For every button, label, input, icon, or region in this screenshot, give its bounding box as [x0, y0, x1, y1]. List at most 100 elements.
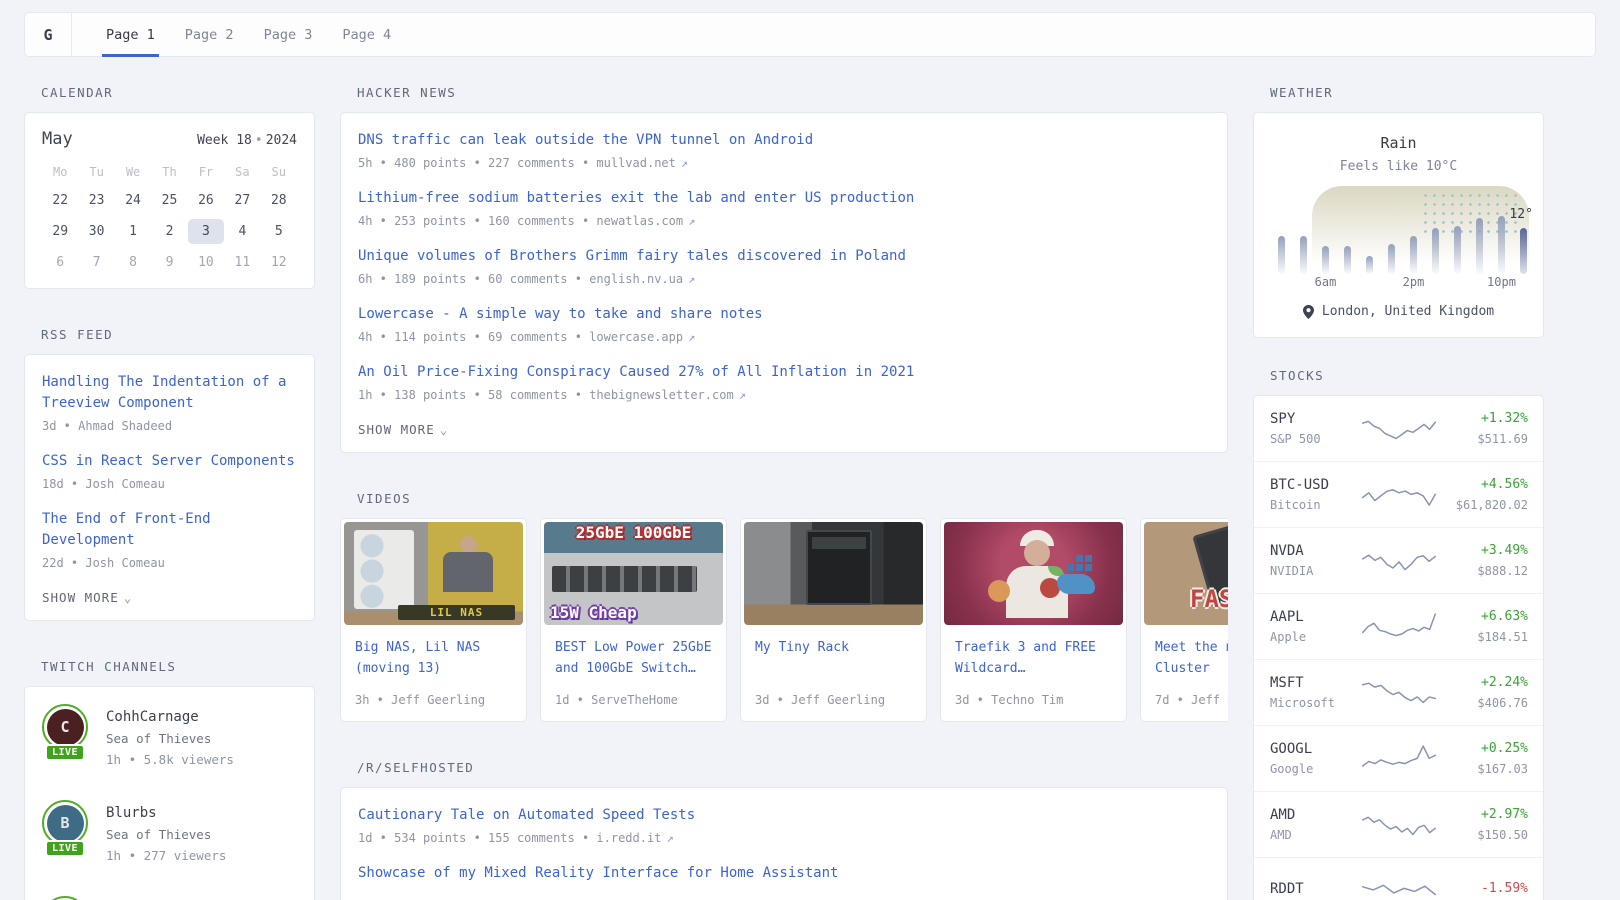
twitch-section-title: TWITCH CHANNELS — [41, 659, 315, 674]
video-title-link[interactable]: My Tiny Rack — [755, 637, 912, 658]
tab-page-1[interactable]: Page 1 — [92, 13, 169, 56]
rss-article-link[interactable]: Handling The Indentation of a Treeview C… — [42, 372, 297, 414]
twitch-channel-row[interactable]: P ThePrimeagen — [42, 896, 297, 900]
weather-widget: WEATHER Rain Feels like 10°C 12°6am2pm10… — [1253, 85, 1544, 338]
external-link-icon[interactable]: ↗ — [688, 330, 695, 344]
stock-id: BTC-USD Bitcoin — [1270, 474, 1362, 515]
external-link-icon[interactable]: ↗ — [739, 388, 746, 402]
article-link[interactable]: Lowercase - A simple way to take and sha… — [358, 304, 1210, 325]
stock-row[interactable]: SPY S&P 500 +1.32% $511.69 — [1254, 396, 1543, 461]
video-carousel: LIL NAS Big NAS, Lil NAS (moving 13) 3h … — [340, 518, 1228, 722]
page-content: CALENDAR May Week 18•2024 MoTuWeThFrSaSu… — [24, 85, 1596, 900]
calendar-day: 7 — [78, 250, 114, 275]
reddit-widget: /R/SELFHOSTED Cautionary Tale on Automat… — [340, 760, 1228, 900]
stock-row[interactable]: RDDT -1.59% — [1254, 857, 1543, 900]
tab-page-4[interactable]: Page 4 — [328, 13, 405, 56]
video-title-link[interactable]: Big NAS, Lil NAS (moving 13) — [355, 637, 512, 679]
external-link-icon[interactable]: ↗ — [688, 272, 695, 286]
video-card[interactable]: 25GbE 100GbE 15W Cheap BEST Low Power 25… — [540, 518, 727, 722]
twitch-channel-row[interactable]: B LIVE Blurbs Sea of Thieves 1h • 277 vi… — [42, 800, 297, 866]
reddit-post-link[interactable]: Cautionary Tale on Automated Speed Tests — [358, 805, 1210, 826]
channel-name-link[interactable]: CohhCarnage — [106, 706, 234, 728]
stock-sparkline — [1362, 476, 1436, 514]
calendar-day: 9 — [151, 250, 187, 275]
channel-name-link[interactable]: Blurbs — [106, 802, 226, 824]
stock-company: Bitcoin — [1270, 496, 1362, 515]
rss-show-more-button[interactable]: SHOW MORE⌄ — [42, 590, 297, 605]
video-thumbnail[interactable]: 25GbE 100GbE 15W Cheap — [544, 522, 723, 625]
stock-row[interactable]: BTC-USD Bitcoin +4.56% $61,820.02 — [1254, 461, 1543, 527]
video-card[interactable]: FAST Meet the new Linux Cluster 7d • Jef… — [1140, 518, 1228, 722]
video-title-link[interactable]: Traefik 3 and FREE Wildcard… — [955, 637, 1112, 679]
calendar-day-header: Sa — [224, 162, 260, 182]
article-link[interactable]: An Oil Price-Fixing Conspiracy Caused 27… — [358, 362, 1210, 383]
avatar: B LIVE — [42, 800, 92, 850]
weather-hourly-chart: 12°6am2pm10pm — [1270, 186, 1527, 292]
calendar-week-info: Week 18•2024 — [197, 133, 297, 148]
article-link[interactable]: DNS traffic can leak outside the VPN tun… — [358, 130, 1210, 151]
external-link-icon[interactable]: ↗ — [681, 156, 688, 170]
stock-change: +0.25% — [1436, 738, 1528, 760]
stock-values: +4.56% $61,820.02 — [1436, 474, 1528, 515]
thumbnail-art — [354, 530, 414, 609]
thumbnail-art — [1024, 540, 1050, 566]
external-link-icon[interactable]: ↗ — [688, 214, 695, 228]
rss-article-link[interactable]: CSS in React Server Components — [42, 451, 297, 472]
article-link[interactable]: Lithium-free sodium batteries exit the l… — [358, 188, 1210, 209]
rss-article-meta: 18d • Josh Comeau — [42, 474, 297, 494]
thumbnail-art — [460, 536, 477, 553]
thumbnail-art — [1076, 564, 1083, 571]
reddit-post-link[interactable]: Showcase of my Mixed Reality Interface f… — [358, 863, 1210, 884]
show-more-label: SHOW MORE — [358, 422, 435, 437]
stock-row[interactable]: AMD AMD +2.97% $150.50 — [1254, 791, 1543, 857]
video-title-link[interactable]: Meet the new Linux Cluster — [1155, 637, 1228, 679]
calendar-card: May Week 18•2024 MoTuWeThFrSaSu222324252… — [24, 112, 315, 289]
stock-symbol: RDDT — [1270, 878, 1362, 900]
stock-row[interactable]: AAPL Apple +6.63% $184.51 — [1254, 593, 1543, 659]
twitch-card: C LIVE CohhCarnage Sea of Thieves 1h • 5… — [24, 686, 315, 900]
tab-page-2[interactable]: Page 2 — [171, 13, 248, 56]
calendar-day: 29 — [42, 219, 78, 244]
stock-price: $511.69 — [1436, 430, 1528, 449]
twitch-channel-row[interactable]: C LIVE CohhCarnage Sea of Thieves 1h • 5… — [42, 704, 297, 770]
article-link[interactable]: Unique volumes of Brothers Grimm fairy t… — [358, 246, 1210, 267]
stock-id: AAPL Apple — [1270, 606, 1362, 647]
stock-sparkline — [1362, 806, 1436, 844]
thumbnail-art — [812, 537, 866, 549]
stock-row[interactable]: GOOGL Google +0.25% $167.03 — [1254, 725, 1543, 791]
video-card[interactable]: LIL NAS Big NAS, Lil NAS (moving 13) 3h … — [340, 518, 527, 722]
stock-change: +4.56% — [1436, 474, 1528, 496]
weather-feels-like: Feels like 10°C — [1270, 159, 1527, 174]
video-title-link[interactable]: BEST Low Power 25GbE and 100GbE Switch… — [555, 637, 712, 679]
video-thumbnail[interactable] — [744, 522, 923, 625]
tab-page-3[interactable]: Page 3 — [250, 13, 327, 56]
stock-row[interactable]: NVDA NVIDIA +3.49% $888.12 — [1254, 527, 1543, 593]
calendar-day: 12 — [261, 250, 297, 275]
weather-condition: Rain — [1270, 134, 1527, 152]
video-meta: 3d • Jeff Geerling — [755, 679, 912, 707]
news-item: Lowercase - A simple way to take and sha… — [358, 304, 1210, 347]
weather-bar — [1454, 226, 1461, 274]
video-card[interactable]: Traefik 3 and FREE Wildcard… 3d • Techno… — [940, 518, 1127, 722]
reddit-meta-text: 1d • 534 points • 155 comments • i.redd.… — [358, 831, 661, 845]
video-thumbnail[interactable]: FAST — [1144, 522, 1228, 625]
weather-bar — [1278, 236, 1285, 274]
external-link-icon[interactable]: ↗ — [666, 831, 673, 845]
stock-id: SPY S&P 500 — [1270, 408, 1362, 449]
video-thumbnail[interactable] — [944, 522, 1123, 625]
calendar-day: 26 — [188, 188, 224, 213]
article-meta: 5h • 480 points • 227 comments • mullvad… — [358, 153, 1210, 173]
video-thumbnail[interactable]: LIL NAS — [344, 522, 523, 625]
video-meta: 3h • Jeff Geerling — [355, 679, 512, 707]
video-card[interactable]: My Tiny Rack 3d • Jeff Geerling — [740, 518, 927, 722]
stock-values: -1.59% — [1436, 878, 1528, 900]
news-item: An Oil Price-Fixing Conspiracy Caused 27… — [358, 362, 1210, 405]
hn-show-more-button[interactable]: SHOW MORE⌄ — [358, 422, 1210, 437]
channel-game: Sea of Thieves — [106, 824, 226, 845]
weather-bar — [1432, 228, 1439, 274]
stock-row[interactable]: MSFT Microsoft +2.24% $406.76 — [1254, 659, 1543, 725]
weather-bar — [1366, 256, 1373, 274]
stock-sparkline — [1362, 542, 1436, 580]
rss-article-link[interactable]: The End of Front-End Development — [42, 509, 297, 551]
rss-widget: RSS FEED Handling The Indentation of a T… — [24, 327, 315, 621]
